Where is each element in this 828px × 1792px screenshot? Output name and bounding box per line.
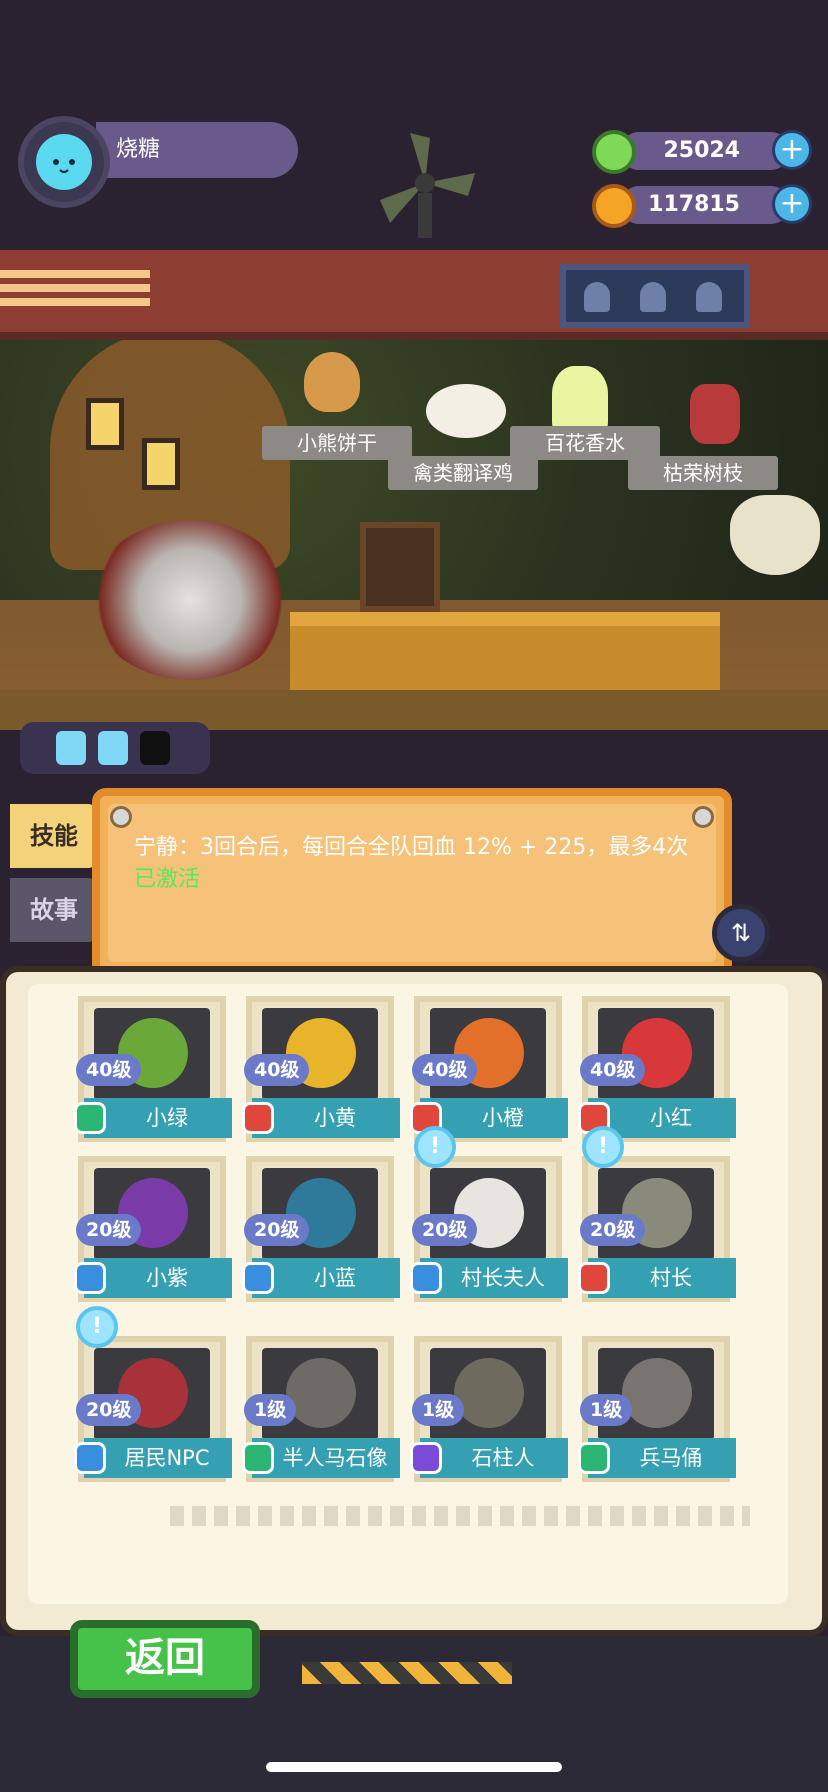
shelf-label-perfume: 百花香水	[510, 426, 660, 460]
currency-value-green: 25024	[620, 132, 790, 170]
character-level: 40级	[244, 1054, 310, 1086]
shelf-label-teddy: 小熊饼干	[262, 426, 412, 460]
character-name: 半人马石像	[252, 1438, 400, 1478]
character-card[interactable]: 居民NPC 20级	[74, 1336, 232, 1482]
return-button[interactable]: 返回	[70, 1620, 260, 1698]
role-shield-icon	[74, 1442, 106, 1474]
role-shield-icon	[410, 1262, 442, 1294]
ghost-panel	[560, 264, 750, 328]
role-shield-icon	[74, 1102, 106, 1134]
tab-skill[interactable]: 技能	[10, 804, 98, 868]
teddy-bear-item-icon[interactable]	[304, 352, 360, 412]
fan-icon	[370, 128, 480, 238]
character-name: 小蓝	[252, 1258, 400, 1298]
role-shield-icon	[242, 1102, 274, 1134]
add-green-currency-button[interactable]: +	[772, 130, 812, 170]
character-level: 1级	[412, 1394, 465, 1426]
roof-sign	[0, 270, 150, 310]
role-shield-icon	[74, 1262, 106, 1294]
blurred-text	[170, 1506, 750, 1526]
character-name: 村长夫人	[420, 1258, 568, 1298]
bird-item-icon[interactable]	[426, 384, 506, 438]
add-gold-currency-button[interactable]: +	[772, 184, 812, 224]
character-level: 1级	[244, 1394, 297, 1426]
ghost-icon	[696, 282, 722, 312]
character-card[interactable]: 村长夫人 20级	[410, 1156, 568, 1302]
notification-bubble-icon[interactable]: !	[582, 1126, 624, 1168]
home-indicator[interactable]	[266, 1762, 562, 1772]
skull-icon	[730, 495, 820, 575]
character-name: 小紫	[84, 1258, 232, 1298]
energy-bolt-icon	[56, 731, 86, 765]
character-level: 40级	[76, 1054, 142, 1086]
role-shield-icon	[578, 1262, 610, 1294]
photo-frame	[360, 522, 440, 612]
shelf-label-bird: 禽类翻译鸡	[388, 456, 538, 490]
notification-bubble-icon[interactable]: !	[76, 1306, 118, 1348]
character-name: 石柱人	[420, 1438, 568, 1478]
character-name: 居民NPC	[84, 1438, 232, 1478]
character-card[interactable]: 小绿 40级	[74, 996, 232, 1142]
pin-icon	[692, 806, 714, 828]
green-gem-icon	[592, 130, 636, 174]
energy-empty-icon	[140, 731, 170, 765]
character-name: 小绿	[84, 1098, 232, 1138]
player-name: 烧糖	[96, 122, 298, 178]
character-level: 20级	[76, 1214, 142, 1246]
character-level: 20级	[244, 1214, 310, 1246]
character-card[interactable]: 半人马石像 1级	[242, 1336, 400, 1482]
character-card[interactable]: 小蓝 20级	[242, 1156, 400, 1302]
tab-story[interactable]: 故事	[10, 878, 98, 942]
character-card[interactable]: 小黄 40级	[242, 996, 400, 1142]
currency-value-gold: 117815	[620, 186, 790, 224]
lantern-icon	[86, 398, 124, 450]
character-level: 40级	[580, 1054, 646, 1086]
shop-counter	[290, 612, 720, 692]
energy-bolt-icon	[98, 731, 128, 765]
hazard-stripe	[302, 1662, 512, 1684]
character-name: 村长	[588, 1258, 736, 1298]
character-level: 20级	[580, 1214, 646, 1246]
character-level: 1级	[580, 1394, 633, 1426]
skill-description-text: 宁静：3回合后，每回合全队回血 12% + 225，最多4次	[134, 835, 689, 860]
ghost-icon	[584, 282, 610, 312]
gold-planet-icon	[592, 184, 636, 228]
character-level: 20级	[76, 1394, 142, 1426]
character-name: 小黄	[252, 1098, 400, 1138]
skill-description: 宁静：3回合后，每回合全队回血 12% + 225，最多4次 已激活	[134, 832, 694, 896]
ghost-icon	[640, 282, 666, 312]
character-level: 40级	[412, 1054, 478, 1086]
character-face	[286, 1358, 356, 1428]
player-avatar-frame[interactable]	[18, 116, 110, 208]
role-shield-icon	[242, 1442, 274, 1474]
skill-card: 宁静：3回合后，每回合全队回血 12% + 225，最多4次 已激活	[92, 788, 732, 978]
lantern-icon	[142, 438, 180, 490]
character-card[interactable]: 兵马俑 1级	[578, 1336, 736, 1482]
character-face	[454, 1358, 524, 1428]
role-shield-icon	[242, 1262, 274, 1294]
energy-indicator	[20, 722, 210, 774]
role-shield-icon	[578, 1442, 610, 1474]
character-card[interactable]: 小紫 20级	[74, 1156, 232, 1302]
character-card[interactable]: 小红 40级	[578, 996, 736, 1142]
cat-avatar-icon	[36, 134, 92, 190]
skill-status: 已激活	[134, 867, 201, 892]
character-card[interactable]: 村长 20级	[578, 1156, 736, 1302]
notification-bubble-icon[interactable]: !	[414, 1126, 456, 1168]
character-name: 兵马俑	[588, 1438, 736, 1478]
branch-item-icon[interactable]	[690, 384, 740, 444]
character-card[interactable]: 小橙 40级	[410, 996, 568, 1142]
character-card[interactable]: 石柱人 1级	[410, 1336, 568, 1482]
character-face	[622, 1358, 692, 1428]
hero-character[interactable]	[90, 520, 290, 680]
swap-button[interactable]: ⇅	[712, 904, 770, 962]
role-shield-icon	[410, 1442, 442, 1474]
character-level: 20级	[412, 1214, 478, 1246]
pin-icon	[110, 806, 132, 828]
shelf-label-branch: 枯荣树枝	[628, 456, 778, 490]
